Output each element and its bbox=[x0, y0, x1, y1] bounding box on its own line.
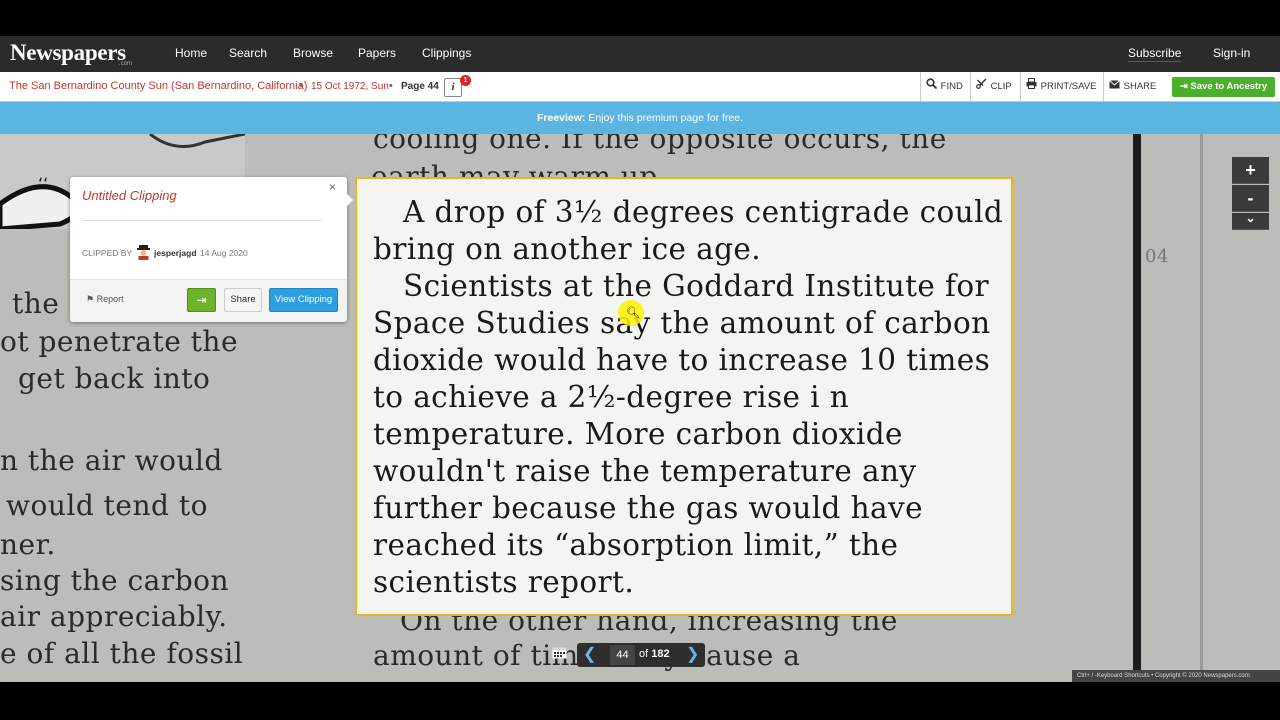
breadcrumb-separator: • bbox=[299, 80, 303, 92]
clip-text-line: reached its “absorption limit,” the bbox=[373, 528, 899, 562]
freeview-text: Enjoy this premium page for free. bbox=[588, 112, 744, 124]
clip-text-line: dioxide would have to increase 10 times bbox=[373, 343, 991, 377]
freeview-banner: Freeview: Enjoy this premium page for fr… bbox=[0, 102, 1280, 134]
save-to-ancestry-label: Save to Ancestry bbox=[1190, 81, 1268, 92]
page-of-label: of bbox=[639, 648, 649, 660]
clip-button[interactable]: CLIP bbox=[970, 72, 1020, 101]
zoom-out-button[interactable]: - bbox=[1232, 185, 1269, 212]
nav-papers-link[interactable]: Papers bbox=[358, 46, 396, 60]
screen: Newspapers .com Home Search Browse Paper… bbox=[0, 0, 1280, 720]
signin-link[interactable]: Sign-in bbox=[1213, 46, 1250, 60]
page-total: of 182 bbox=[639, 648, 670, 660]
scan-text-line: would tend to bbox=[6, 489, 208, 522]
find-label: FIND bbox=[940, 81, 963, 92]
clip-text-line: Space Studies say the amount of carbon bbox=[373, 306, 991, 340]
page-total-value: 182 bbox=[651, 648, 670, 660]
share-label: SHARE bbox=[1123, 81, 1157, 92]
avatar bbox=[137, 245, 150, 260]
view-clipping-button[interactable]: View Clipping bbox=[269, 288, 338, 312]
calendar-icon[interactable] bbox=[548, 645, 570, 665]
scissors-icon bbox=[976, 72, 988, 101]
report-link[interactable]: ⚑ Report bbox=[86, 294, 124, 305]
page-number-input[interactable]: 44 bbox=[610, 645, 635, 665]
share-button[interactable]: SHARE bbox=[1103, 72, 1163, 101]
leaf-icon: ⇥ bbox=[196, 293, 207, 307]
notification-badge: 1 bbox=[460, 75, 471, 86]
nav-home-link[interactable]: Home bbox=[175, 46, 207, 60]
clip-text-line: Scientists at the Goddard Institute for bbox=[403, 269, 989, 303]
scan-text-line: air appreciably. bbox=[0, 600, 228, 633]
next-page-icon[interactable]: ❯ bbox=[686, 644, 699, 664]
save-to-ancestry-button[interactable]: ⇥ Save to Ancestry bbox=[1172, 77, 1275, 97]
scan-text-line: ot penetrate the bbox=[0, 325, 239, 358]
leaf-icon: ⇥ bbox=[1179, 81, 1191, 92]
flag-icon: ⚑ bbox=[86, 294, 97, 304]
envelope-icon bbox=[1109, 72, 1121, 101]
scan-text-line: n the air would bbox=[0, 444, 223, 477]
copyright-footer: Ctrl+ / -Keyboard Shortcuts • Copyright … bbox=[1072, 670, 1280, 682]
share-clip-button[interactable]: Share bbox=[224, 288, 262, 312]
clip-label: CLIP bbox=[990, 81, 1012, 92]
divider bbox=[82, 220, 321, 221]
print-save-button[interactable]: PRINT/SAVE bbox=[1020, 72, 1103, 101]
scan-text-line: e of all the fossil bbox=[0, 637, 244, 670]
clip-text-line: to achieve a 2½-degree rise i n bbox=[373, 380, 850, 414]
site-logo-suffix: .com bbox=[119, 61, 133, 67]
issue-date-link[interactable]: 15 Oct 1972, Sun bbox=[311, 81, 389, 92]
column-rule bbox=[1200, 134, 1203, 682]
zoom-cursor-icon: 🔍︎ bbox=[626, 307, 640, 319]
clip-date: 14 Aug 2020 bbox=[200, 248, 248, 258]
clipping-title-link[interactable]: Untitled Clipping bbox=[82, 188, 177, 203]
printer-icon bbox=[1026, 72, 1038, 101]
clip-text-line: further because the gas would have bbox=[373, 491, 923, 525]
freeview-label: Freeview: bbox=[536, 112, 586, 124]
site-logo[interactable]: Newspapers bbox=[10, 40, 126, 66]
nav-search-link[interactable]: Search bbox=[229, 46, 267, 60]
paper-title-link[interactable]: The San Bernardino County Sun (San Berna… bbox=[9, 80, 307, 92]
find-button[interactable]: FIND bbox=[920, 72, 970, 101]
clipper-username-link[interactable]: jesperjagd bbox=[154, 248, 197, 258]
scan-fragment: 04 bbox=[1145, 246, 1169, 267]
page-toolbar: The San Bernardino County Sun (San Berna… bbox=[0, 72, 1280, 102]
scan-text-line: the bbox=[12, 287, 60, 320]
clip-text-line: scientists report. bbox=[373, 565, 635, 599]
clipped-by-label: CLIPPED BY bbox=[82, 248, 133, 258]
clipping-region[interactable]: A drop of 3½ degrees centigrade could br… bbox=[355, 177, 1013, 616]
clip-text-line: bring on another ice age. bbox=[373, 232, 762, 266]
svg-text:‘‘: ‘‘ bbox=[38, 174, 48, 193]
clipping-popup: Untitled Clipping × CLIPPED BY jesperjag… bbox=[70, 177, 353, 322]
breadcrumb-separator: • bbox=[389, 80, 393, 92]
scan-text-line: ner. bbox=[0, 528, 56, 561]
column-rule bbox=[1133, 134, 1141, 682]
top-navbar: Newspapers .com Home Search Browse Paper… bbox=[0, 36, 1280, 72]
clip-text-line: wouldn't raise the temperature any bbox=[373, 454, 917, 488]
subscribe-link[interactable]: Subscribe bbox=[1128, 46, 1181, 60]
report-label: Report bbox=[96, 294, 124, 304]
nav-browse-link[interactable]: Browse bbox=[293, 46, 333, 60]
zoom-in-button[interactable]: + bbox=[1232, 157, 1269, 184]
print-save-label: PRINT/SAVE bbox=[1040, 81, 1097, 92]
save-clip-button[interactable]: ⇥ bbox=[187, 288, 216, 312]
popup-pointer bbox=[345, 192, 353, 208]
prev-page-icon[interactable]: ❮ bbox=[583, 644, 596, 664]
clip-text-line: A drop of 3½ degrees centigrade could bbox=[403, 195, 1004, 229]
scan-text-line: cooling one. If the opposite occurs, the bbox=[373, 134, 947, 155]
nav-clippings-link[interactable]: Clippings bbox=[422, 46, 471, 60]
scan-text-line: sing the carbon bbox=[0, 564, 230, 597]
scan-text-line: get back into bbox=[18, 362, 211, 395]
close-icon[interactable]: × bbox=[329, 180, 336, 194]
chevron-down-icon[interactable]: ⌄ bbox=[1232, 212, 1269, 230]
page-number-label: Page 44 bbox=[401, 81, 439, 92]
clip-text-line: temperature. More carbon dioxide bbox=[373, 417, 903, 451]
magnifier-icon bbox=[926, 72, 938, 101]
